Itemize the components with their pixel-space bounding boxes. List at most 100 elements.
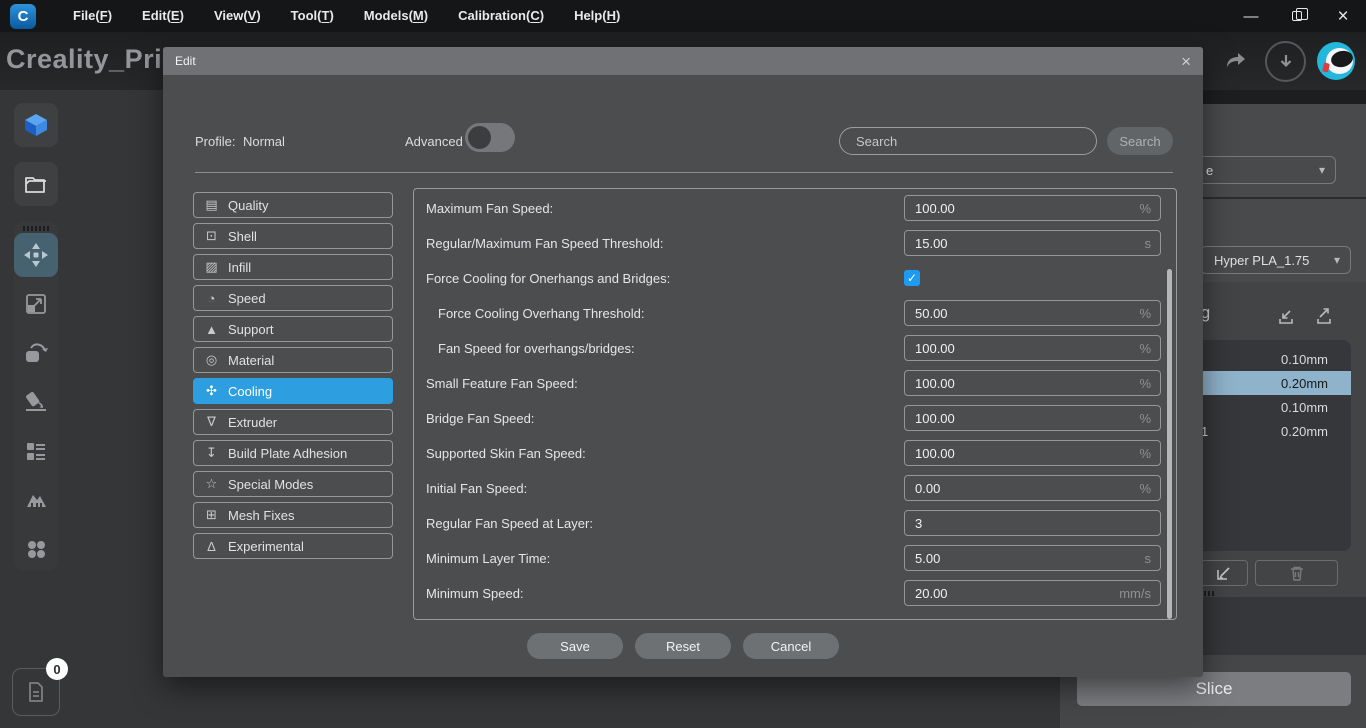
setting-row: Small Feature Fan Speed:% bbox=[414, 370, 1176, 396]
setting-input[interactable] bbox=[905, 445, 1140, 461]
category-extruder[interactable]: ∇ Extruder bbox=[193, 409, 393, 435]
object-list-tool-button[interactable] bbox=[14, 429, 58, 473]
setting-input[interactable] bbox=[905, 200, 1140, 216]
menu-file[interactable]: File(F) bbox=[58, 0, 127, 32]
category-experimental[interactable]: Δ Experimental bbox=[193, 533, 393, 559]
setting-label: Force Cooling for Onerhangs and Bridges: bbox=[426, 270, 671, 286]
printer-select[interactable]: e ▾ bbox=[1180, 156, 1336, 184]
category-cooling[interactable]: ✣ Cooling bbox=[193, 378, 393, 404]
window-controls: — × bbox=[1228, 0, 1366, 32]
setting-input[interactable] bbox=[905, 480, 1140, 496]
setting-input[interactable] bbox=[905, 235, 1145, 251]
setting-input[interactable] bbox=[905, 550, 1145, 566]
setting-unit: % bbox=[1139, 200, 1151, 216]
layer-height-list: 0.10mm 0.20mm 0.10mm 1 0.20mm bbox=[1196, 340, 1351, 551]
category-special-modes[interactable]: ☆ Special Modes bbox=[193, 471, 393, 497]
setting-label: Regular/Maximum Fan Speed Threshold: bbox=[426, 235, 664, 251]
minimize-button[interactable]: — bbox=[1228, 0, 1274, 32]
setting-checkbox[interactable]: ✓ bbox=[904, 270, 920, 286]
setting-input[interactable] bbox=[905, 410, 1140, 426]
export-config-button[interactable] bbox=[1313, 306, 1334, 327]
cancel-button[interactable]: Cancel bbox=[743, 633, 839, 659]
setting-input[interactable] bbox=[905, 305, 1140, 321]
trash-icon bbox=[1290, 566, 1303, 581]
restore-icon bbox=[1292, 7, 1308, 21]
dialog-close-button[interactable]: × bbox=[1181, 53, 1191, 70]
apps-tool-button[interactable] bbox=[14, 527, 58, 571]
layer-row[interactable]: 1 0.20mm bbox=[1196, 419, 1351, 443]
category-build-plate-adhesion[interactable]: ↧ Build Plate Adhesion bbox=[193, 440, 393, 466]
menu-calibration[interactable]: Calibration(C) bbox=[443, 0, 559, 32]
search-button[interactable]: Search bbox=[1107, 127, 1173, 155]
category-label: Infill bbox=[228, 259, 252, 275]
right-panel-top-strip bbox=[1190, 90, 1366, 104]
filament-select[interactable]: Hyper PLA_1.75 ▾ bbox=[1200, 246, 1351, 274]
category-label: Support bbox=[228, 321, 274, 337]
setting-input-box: s bbox=[904, 230, 1161, 256]
setting-label: Maximum Fan Speed: bbox=[426, 200, 554, 216]
speed-icon: ◔ bbox=[207, 290, 216, 306]
setting-input[interactable] bbox=[905, 585, 1120, 601]
right-panel-bottom-strip bbox=[1190, 597, 1366, 655]
special-modes-icon: ☆ bbox=[205, 476, 218, 491]
setting-input[interactable] bbox=[905, 340, 1140, 356]
rotate-tool-button[interactable] bbox=[14, 331, 58, 375]
setting-label: Minimum Speed: bbox=[426, 585, 524, 601]
category-mesh-fixes[interactable]: ⊞ Mesh Fixes bbox=[193, 502, 393, 528]
document-icon bbox=[29, 682, 43, 702]
menu-view[interactable]: View(V) bbox=[199, 0, 276, 32]
setting-label: Small Feature Fan Speed: bbox=[426, 375, 578, 391]
category-material[interactable]: ◎ Material bbox=[193, 347, 393, 373]
setting-label: Minimum Layer Time: bbox=[426, 550, 551, 566]
layer-row-prefix: 1 bbox=[1201, 423, 1209, 439]
scrollbar-thumb[interactable] bbox=[1167, 269, 1172, 619]
category-speed[interactable]: ◔ Speed bbox=[193, 285, 393, 311]
setting-input-box: % bbox=[904, 475, 1161, 501]
dialog-titlebar[interactable]: Edit × bbox=[163, 47, 1203, 75]
layer-height-value: 0.20mm bbox=[1281, 375, 1328, 391]
category-infill[interactable]: ▨ Infill bbox=[193, 254, 393, 280]
setting-input[interactable] bbox=[905, 515, 1160, 531]
restore-button[interactable] bbox=[1274, 0, 1320, 32]
edit-config-button[interactable] bbox=[1200, 560, 1248, 586]
prepare-workspace-button[interactable] bbox=[14, 103, 58, 147]
edit-dialog: Edit × Profile: Normal Advanced Search ▤… bbox=[163, 47, 1203, 677]
category-label: Experimental bbox=[228, 538, 304, 554]
reset-button[interactable]: Reset bbox=[635, 633, 731, 659]
category-quality[interactable]: ▤ Quality bbox=[193, 192, 393, 218]
menu-help[interactable]: Help(H) bbox=[559, 0, 635, 32]
download-arrow-icon bbox=[1280, 54, 1291, 67]
setting-input-box: % bbox=[904, 440, 1161, 466]
close-window-button[interactable]: × bbox=[1320, 0, 1366, 32]
folder-icon bbox=[25, 177, 46, 193]
category-shell[interactable]: ⊡ Shell bbox=[193, 223, 393, 249]
move-tool-button[interactable] bbox=[14, 233, 58, 277]
experimental-icon: Δ bbox=[207, 538, 216, 554]
setting-unit: % bbox=[1139, 340, 1151, 356]
share-icon[interactable] bbox=[1224, 48, 1248, 72]
advanced-toggle[interactable] bbox=[465, 123, 515, 152]
delete-config-button[interactable] bbox=[1255, 560, 1338, 586]
import-config-button[interactable] bbox=[1275, 306, 1296, 327]
menu-tool[interactable]: Tool(T) bbox=[276, 0, 349, 32]
download-button[interactable] bbox=[1265, 41, 1306, 82]
menu-edit[interactable]: Edit(E) bbox=[127, 0, 199, 32]
layer-row[interactable]: 0.10mm bbox=[1196, 347, 1351, 371]
toolbar-drag-handle[interactable] bbox=[23, 226, 49, 231]
setting-label: Bridge Fan Speed: bbox=[426, 410, 535, 426]
category-support[interactable]: ▲ Support bbox=[193, 316, 393, 342]
search-input[interactable] bbox=[839, 127, 1097, 155]
open-file-button[interactable] bbox=[14, 162, 58, 206]
category-label: Special Modes bbox=[228, 476, 314, 492]
layer-row[interactable]: 0.20mm bbox=[1196, 371, 1351, 395]
scale-tool-button[interactable] bbox=[14, 282, 58, 326]
slice-button[interactable]: Slice bbox=[1077, 672, 1351, 706]
layer-row[interactable]: 0.10mm bbox=[1196, 395, 1351, 419]
setting-input[interactable] bbox=[905, 375, 1140, 391]
menu-models[interactable]: Models(M) bbox=[349, 0, 443, 32]
save-button[interactable]: Save bbox=[527, 633, 623, 659]
lay-flat-tool-button[interactable] bbox=[14, 380, 58, 424]
move-icon bbox=[24, 243, 48, 267]
support-paint-tool-button[interactable] bbox=[14, 478, 58, 522]
avatar[interactable] bbox=[1317, 42, 1355, 80]
